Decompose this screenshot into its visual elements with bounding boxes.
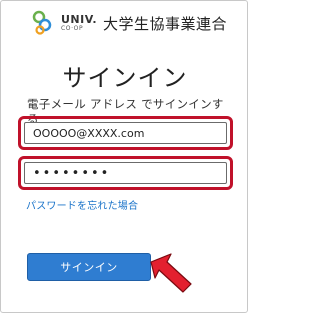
coop-logo-icon [31, 10, 57, 36]
signin-button[interactable]: サインイン [27, 253, 151, 281]
pointing-arrow-icon [147, 250, 197, 299]
email-highlight-outline: OOOOO@XXXX.com [18, 116, 233, 150]
page-title: サインイン [62, 64, 188, 92]
logo-coop-text: CO·OP [61, 25, 84, 32]
forgot-password-link[interactable]: パスワードを忘れた場合 [26, 197, 138, 212]
password-field[interactable]: •••••••• [24, 162, 227, 184]
logo-univ-text: UNIV. [61, 13, 98, 26]
header-logo: UNIV. CO·OP 大学生協事業連合 [31, 10, 227, 36]
password-highlight-outline: •••••••• [18, 156, 233, 190]
email-field[interactable]: OOOOO@XXXX.com [24, 122, 227, 144]
organization-name: 大学生協事業連合 [103, 14, 228, 33]
